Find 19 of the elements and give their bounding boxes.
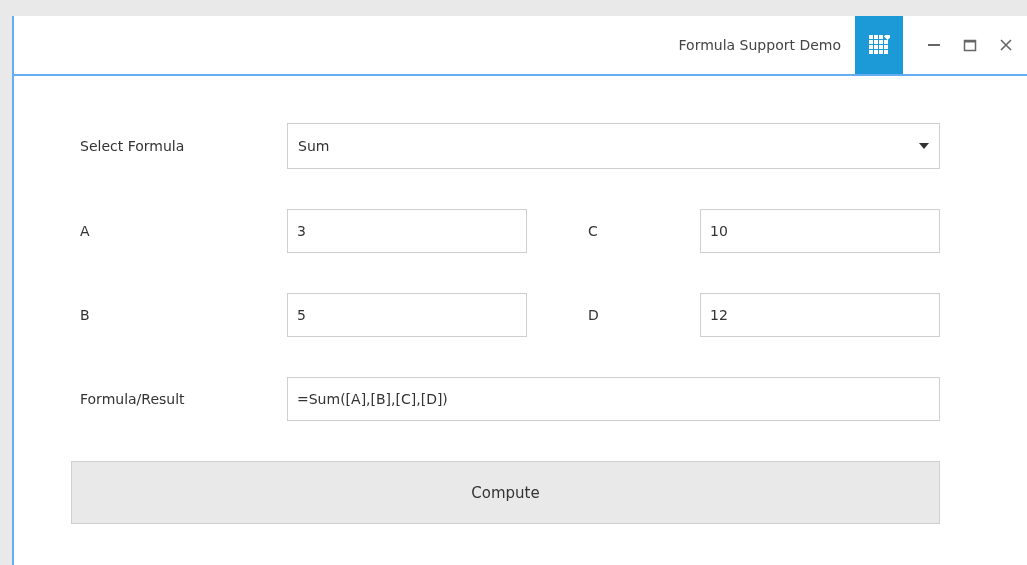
field-label: D <box>588 307 600 323</box>
grid-icon <box>868 35 890 55</box>
input-field[interactable]: 5 <box>287 293 527 337</box>
field-label: C <box>588 223 599 239</box>
formula-dropdown[interactable]: Sum <box>287 123 940 169</box>
compute-button[interactable]: Compute <box>71 461 940 524</box>
input-field[interactable]: 12 <box>700 293 940 337</box>
app-icon[interactable] <box>855 16 903 74</box>
field-label: Formula/Result <box>80 391 186 407</box>
input-field[interactable]: 3 <box>287 209 527 253</box>
close-icon <box>999 38 1013 52</box>
formula-field[interactable]: =Sum([A],[B],[C],[D]) <box>287 377 940 421</box>
window-title: Formula Support Demo <box>678 37 841 53</box>
maximize-icon <box>963 38 977 52</box>
field-label: B <box>80 307 91 323</box>
input-field[interactable]: 10 <box>700 209 940 253</box>
dropdown-caret-icon <box>919 143 929 149</box>
field-label: A <box>80 223 91 239</box>
field-label: Select Formula <box>80 138 186 154</box>
